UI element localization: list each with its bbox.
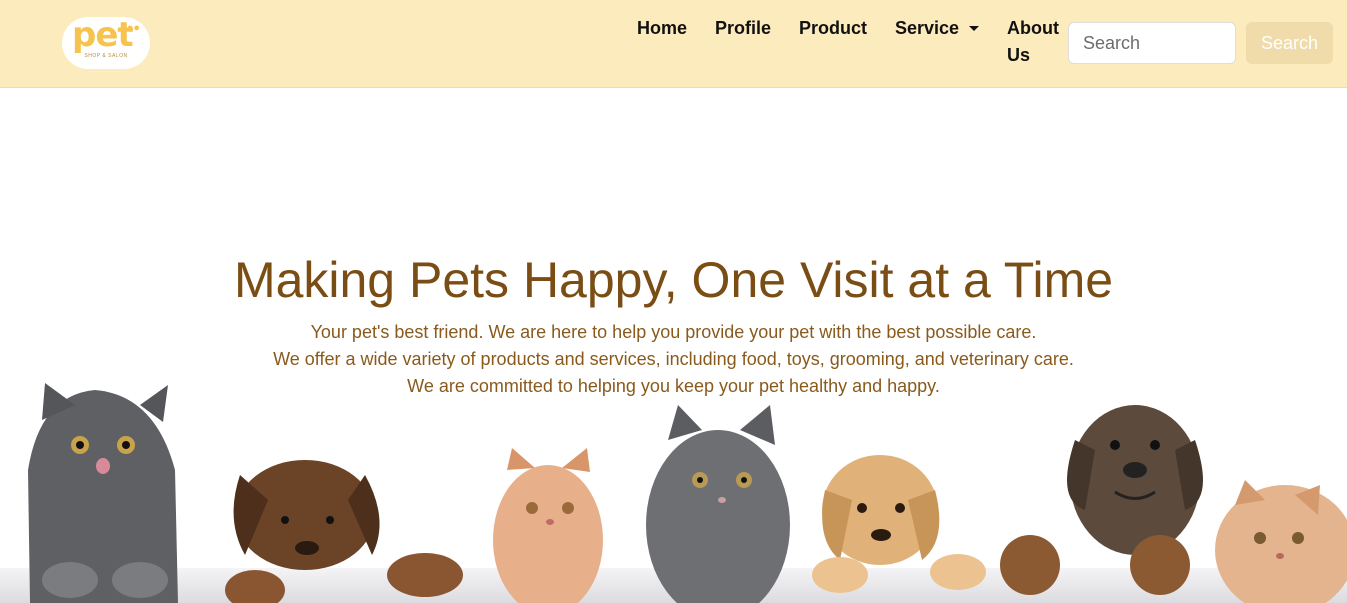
- navbar: pet ●● SHOP & SALON Home Profile Product…: [0, 0, 1347, 88]
- search-input[interactable]: [1068, 22, 1236, 64]
- chevron-down-icon[interactable]: [969, 26, 979, 31]
- nav-profile[interactable]: Profile: [715, 15, 771, 42]
- logo-wordmark: pet: [72, 15, 134, 55]
- golden-puppy-icon: [812, 455, 986, 593]
- hero-text-line-2: We offer a wide variety of products and …: [273, 349, 1074, 369]
- ginger-cat-icon: [1215, 480, 1347, 603]
- brown-puppy-icon: [225, 460, 463, 603]
- search-button[interactable]: Search: [1246, 22, 1333, 64]
- dark-puppy-icon: [1000, 405, 1203, 595]
- nav-service-dropdown[interactable]: Service: [895, 15, 959, 42]
- nav-product[interactable]: Product: [799, 15, 867, 42]
- ginger-kitten-icon: [493, 448, 603, 603]
- hero-text-line-1: Your pet's best friend. We are here to h…: [310, 322, 1037, 342]
- pets-banner-image: [28, 383, 1347, 603]
- nav-home[interactable]: Home: [637, 15, 687, 42]
- gray-fluffy-kitten-icon: [646, 405, 790, 603]
- brand-logo[interactable]: pet ●● SHOP & SALON: [62, 15, 150, 69]
- hero-title: Making Pets Happy, One Visit at a Time: [233, 252, 1114, 308]
- nav-about-us[interactable]: About Us: [1007, 15, 1067, 69]
- logo-tagline: SHOP & SALON: [84, 53, 128, 59]
- paw-icon: ●●: [126, 22, 140, 34]
- gray-kitten-icon: [28, 383, 178, 603]
